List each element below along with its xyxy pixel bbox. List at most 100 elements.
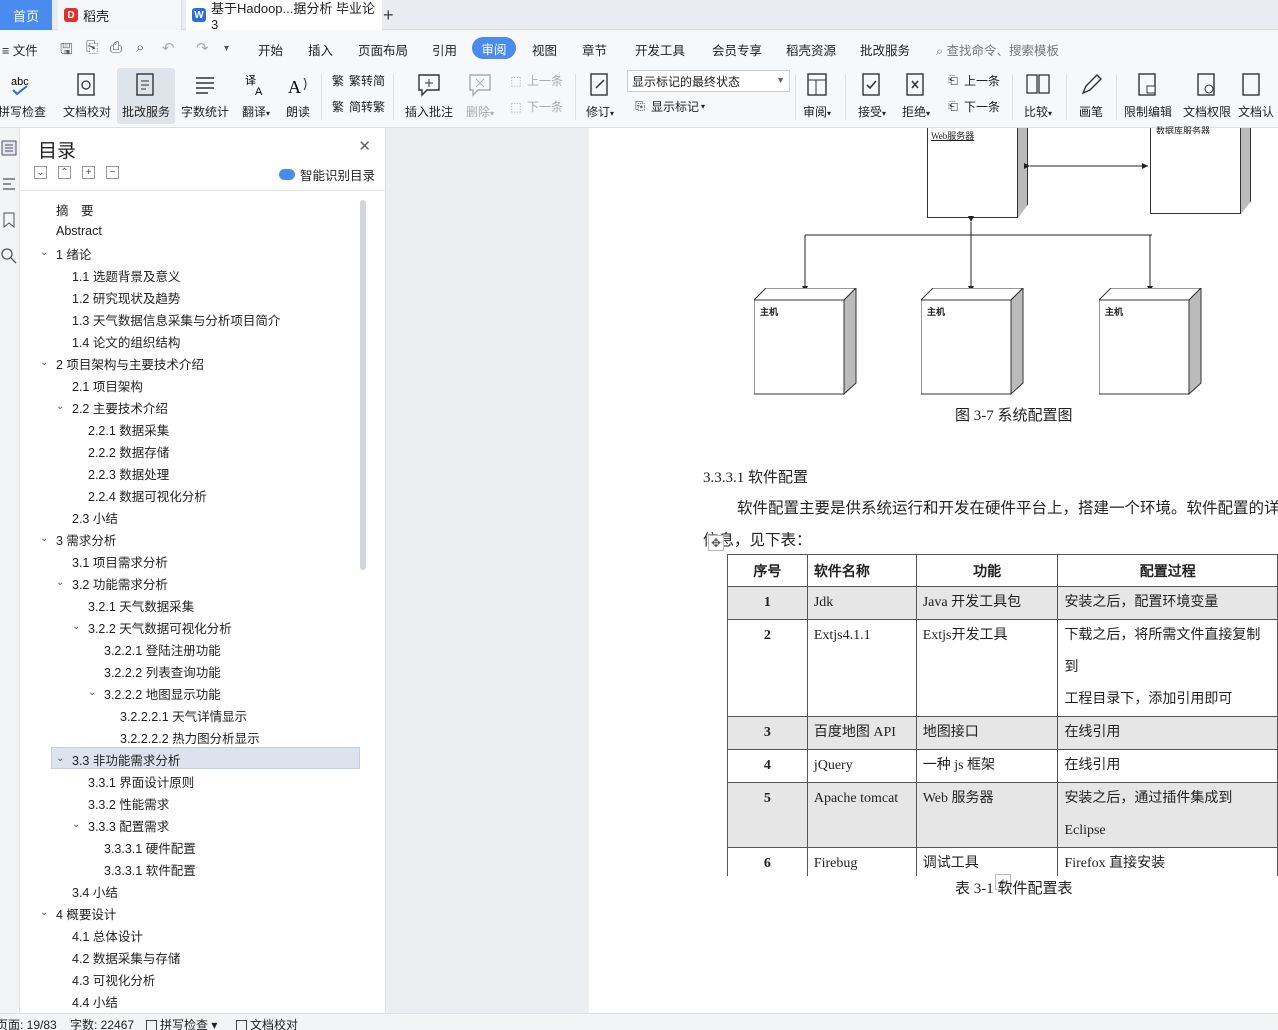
review-pane-button[interactable]: 审阅▾	[797, 68, 837, 124]
menu-insert[interactable]: 插入	[308, 40, 333, 59]
accept-button[interactable]: 接受▾	[852, 68, 892, 124]
command-search[interactable]: ⌕ 查找命令、搜索模板	[936, 40, 1059, 59]
outline-icon[interactable]	[1, 140, 17, 156]
close-icon[interactable]: ✕	[358, 137, 371, 155]
cell-index[interactable]: 4	[727, 749, 808, 783]
spell-check-button[interactable]: abc 拼写检查	[0, 68, 50, 124]
insert-comment-button[interactable]: 插入批注	[400, 68, 458, 124]
menu-daoke-resources[interactable]: 稻壳资源	[786, 40, 836, 59]
cell-config[interactable]: 安装之后，配置环境变量	[1057, 586, 1278, 620]
toc-item[interactable]: 1 绪论	[56, 242, 91, 264]
cell-function[interactable]: Java 开发工具包	[915, 586, 1059, 620]
doc-proofread-button[interactable]: 文档校对	[60, 68, 114, 124]
reject-button[interactable]: 拒绝▾	[896, 68, 936, 124]
toc-item[interactable]: 4.4 小结	[72, 990, 118, 1012]
toc-item[interactable]: 3.3.3.1 软件配置	[104, 858, 196, 880]
toc-item[interactable]: 3.3.2 性能需求	[88, 792, 169, 814]
cell-config[interactable]: 在线引用	[1057, 716, 1278, 750]
doc-rights-button[interactable]: 文档权限	[1180, 68, 1234, 124]
toc-item[interactable]: 3 需求分析	[56, 528, 116, 550]
toc-item[interactable]: 3.3.3.1 硬件配置	[104, 836, 196, 858]
menu-developer[interactable]: 开发工具	[635, 40, 685, 59]
toc-item[interactable]: 4.2 数据采集与存储	[72, 946, 180, 968]
table-move-handle-icon[interactable]: ✥	[708, 535, 724, 551]
toc-item[interactable]: 3.3.3 配置需求	[88, 814, 169, 836]
chapter-icon[interactable]	[1, 176, 17, 192]
menu-start[interactable]: 开始	[258, 40, 283, 59]
toc-item[interactable]: 2.3 小结	[72, 506, 118, 528]
next-change-button[interactable]: ⎗ 下一条	[945, 98, 1000, 115]
menu-review[interactable]: 审阅	[472, 37, 516, 59]
toc-item[interactable]: 1.1 选题背景及意义	[72, 264, 180, 286]
toc-item[interactable]: 3.4 小结	[72, 880, 118, 902]
cell-function[interactable]: 调试工具	[915, 847, 1059, 876]
toc-item[interactable]: 3.1 项目需求分析	[72, 550, 168, 572]
toc-expand-caret-icon[interactable]: ⌄	[40, 907, 48, 918]
simp-to-trad-button[interactable]: 繁简转繁	[330, 98, 385, 115]
next-comment-button[interactable]: ⬚ 下一条	[508, 98, 563, 115]
translate-button[interactable]: 译A 翻译▾	[236, 68, 276, 124]
cell-software[interactable]: Apache tomcat	[806, 782, 917, 848]
cell-config[interactable]: Firefox 直接安装	[1057, 847, 1278, 876]
menu-reference[interactable]: 引用	[432, 40, 457, 59]
cell-index[interactable]: 1	[727, 586, 808, 620]
undo-icon[interactable]: ↶	[162, 39, 175, 57]
word-count-indicator[interactable]: 字数: 22467	[70, 1016, 134, 1030]
print-icon[interactable]: ⎙	[110, 39, 122, 56]
toc-item[interactable]: 2.2.2 数据存储	[88, 440, 169, 462]
pen-button[interactable]: 画笔	[1072, 68, 1110, 124]
toc-item[interactable]: 3.2.2.2.2 热力图分析显示	[120, 726, 260, 748]
menu-view[interactable]: 视图	[532, 40, 557, 59]
trad-to-simp-button[interactable]: 繁繁转简	[330, 72, 385, 89]
toc-item[interactable]: 2 项目架构与主要技术介绍	[56, 352, 204, 374]
cell-function[interactable]: 地图接口	[915, 716, 1059, 750]
cell-function[interactable]: Web 服务器	[915, 782, 1059, 848]
show-markup-button[interactable]: ⎘ 显示标记 ▾	[632, 98, 705, 115]
toc-expand-caret-icon[interactable]: ⌄	[88, 687, 96, 698]
status-spell-check[interactable]: 拼写检查 ▾	[146, 1016, 217, 1030]
word-count-button[interactable]: 字数统计	[178, 68, 232, 124]
correction-service-button[interactable]: 批改服务	[117, 68, 175, 124]
toc-item[interactable]: 2.2 主要技术介绍	[72, 396, 168, 418]
toc-item[interactable]: 2.2.3 数据处理	[88, 462, 169, 484]
prev-change-button[interactable]: ⎗ 上一条	[945, 72, 1000, 89]
save-icon[interactable]: 🖫	[60, 39, 73, 64]
toc-item[interactable]: 4.3 可视化分析	[72, 968, 155, 990]
toc-expand-caret-icon[interactable]: ⌄	[56, 577, 64, 588]
toc-item[interactable]: 摘 要	[56, 198, 94, 220]
cell-index[interactable]: 3	[727, 716, 808, 750]
toc-expand-caret-icon[interactable]: ⌄	[40, 357, 48, 368]
markup-state-select[interactable]: 显示标记的最终状态 ▼	[627, 70, 790, 92]
status-proofread[interactable]: 文档校对	[236, 1016, 298, 1030]
toc-scrollbar[interactable]	[360, 200, 366, 570]
bookmark-icon[interactable]	[1, 212, 17, 228]
cell-software[interactable]: Extjs4.1.1	[806, 619, 917, 717]
toc-item[interactable]: 3.3 非功能需求分析	[72, 748, 180, 770]
menu-chapter[interactable]: 章节	[582, 40, 607, 59]
quick-access-dropdown-icon[interactable]: ▾	[224, 43, 229, 54]
toc-item[interactable]: 3.2.2.2 地图显示功能	[104, 682, 221, 704]
toc-item[interactable]: 1.4 论文的组织结构	[72, 330, 180, 352]
prev-comment-button[interactable]: ⬚ 上一条	[508, 72, 563, 89]
toc-item[interactable]: 3.2.1 天气数据采集	[88, 594, 194, 616]
remove-heading-icon[interactable]: −	[106, 166, 119, 179]
toc-item[interactable]: 3.3.1 界面设计原则	[88, 770, 194, 792]
tab-daoke[interactable]: D 稻壳	[58, 0, 182, 30]
toc-item[interactable]: 3.2.2 天气数据可视化分析	[88, 616, 232, 638]
menu-correction-service[interactable]: 批改服务	[860, 40, 910, 59]
cell-software[interactable]: 百度地图 API	[806, 716, 917, 750]
toc-expand-caret-icon[interactable]: ⌄	[72, 819, 80, 830]
smart-toc-button[interactable]: 智能识别目录	[278, 165, 375, 184]
cell-config[interactable]: 在线引用	[1057, 749, 1278, 783]
export-pdf-icon[interactable]: ⎘	[86, 39, 98, 56]
track-changes-button[interactable]: 修订▾	[580, 68, 620, 124]
print-preview-icon[interactable]: ⌕	[136, 39, 144, 56]
toc-item[interactable]: 1.2 研究现状及趋势	[72, 286, 180, 308]
toc-item[interactable]: 4.1 总体设计	[72, 924, 143, 946]
delete-comment-button[interactable]: 删除▾	[460, 68, 500, 124]
cell-function[interactable]: Extjs开发工具	[915, 619, 1059, 717]
toc-expand-caret-icon[interactable]: ⌄	[40, 533, 48, 544]
tab-document[interactable]: W 基于Hadoop...据分析 毕业论3	[186, 0, 382, 32]
cell-config[interactable]: 安装之后，通过插件集成到 Eclipse	[1057, 782, 1278, 848]
read-aloud-button[interactable]: A 朗读	[280, 68, 316, 124]
